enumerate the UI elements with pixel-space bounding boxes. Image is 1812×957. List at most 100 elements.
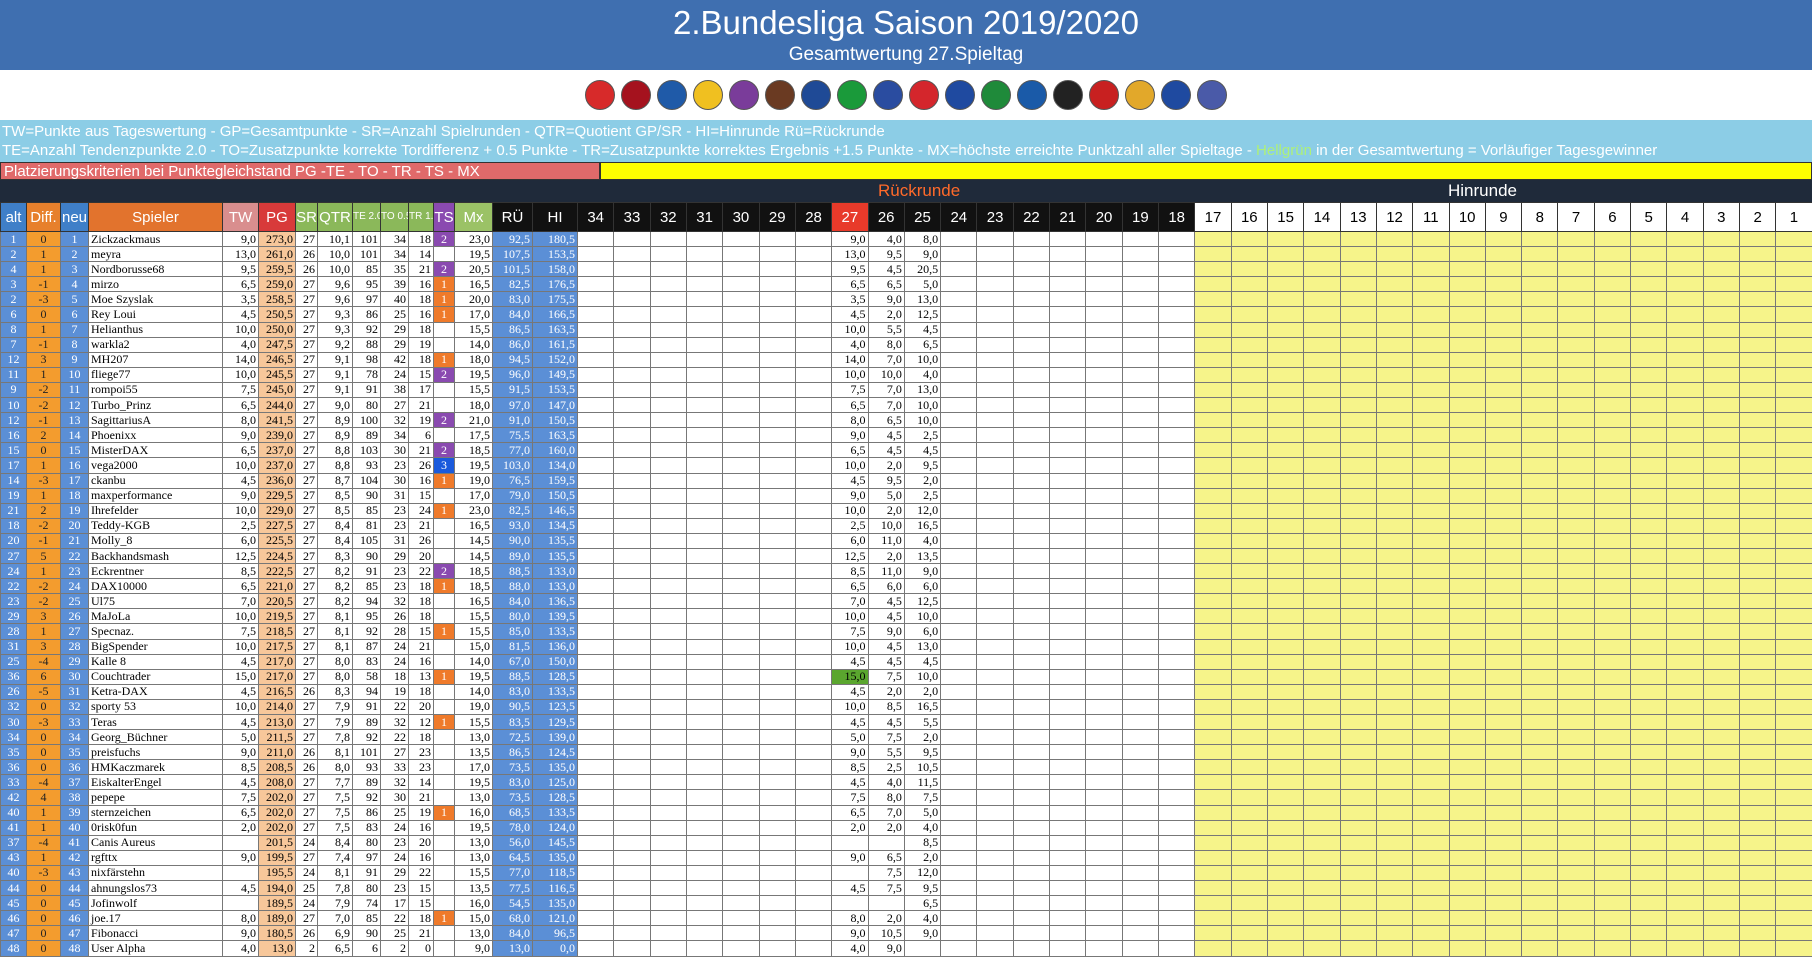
table-row[interactable]: 31328BigSpender10,0217,5278,187242115,08…: [1, 639, 1812, 654]
table-row[interactable]: 42438pepepe7,5202,0277,592302113,073,512…: [1, 790, 1812, 805]
table-row[interactable]: 7-18warkla24,0247,5279,288291914,086,016…: [1, 337, 1812, 352]
table-row[interactable]: 46046joe.178,0189,0277,0852218115,068,01…: [1, 911, 1812, 926]
cell-round-6: [1594, 699, 1630, 714]
table-row[interactable]: 12-113SagittariusA8,0241,5278,9100321922…: [1, 413, 1812, 428]
cell-round-24: [941, 292, 977, 307]
cell-round-30: [723, 382, 759, 397]
cell-round-20: [1086, 881, 1122, 896]
table-row[interactable]: 212meyra13,0261,02610,0101341419,5107,51…: [1, 247, 1812, 262]
table-row[interactable]: 101Zickzackmaus9,0273,02710,11013418223,…: [1, 232, 1812, 247]
cell-mx: 19,0: [455, 473, 493, 488]
cell-round-14: [1304, 458, 1340, 473]
cell-pg: 201,5: [259, 835, 296, 850]
table-row[interactable]: 25-429Kalle 84,5217,0278,083241614,067,0…: [1, 654, 1812, 669]
table-row[interactable]: 18-220Teddy-KGB2,5227,5278,481232116,593…: [1, 518, 1812, 533]
cell-round-6: [1594, 624, 1630, 639]
cell-round-22: [1013, 760, 1049, 775]
cell-te: 81: [353, 518, 381, 533]
table-row[interactable]: 48048User Alpha4,013,026,56209,013,00,04…: [1, 941, 1812, 956]
column-header-tw: TW: [223, 203, 259, 232]
table-row[interactable]: 32032sporty 5310,0214,0277,991222019,090…: [1, 699, 1812, 714]
cell-round-12: [1376, 730, 1412, 745]
cell-round-33: [614, 790, 650, 805]
table-row[interactable]: 40-343nixfärstehn195,5248,191292215,577,…: [1, 865, 1812, 880]
cell-round-10: [1449, 398, 1485, 413]
table-row[interactable]: 606Rey Loui4,5250,5279,3862516117,084,01…: [1, 307, 1812, 322]
cell-round-15: [1267, 548, 1303, 563]
cell-diff: 1: [27, 624, 61, 639]
cell-round-21: [1050, 911, 1086, 926]
table-row[interactable]: 411400risk0fun2,0202,0277,583241619,578,…: [1, 820, 1812, 835]
cell-round-19: [1122, 307, 1158, 322]
cell-round-23: [977, 941, 1013, 956]
table-row[interactable]: 47047Fibonacci9,0180,5266,990252113,084,…: [1, 926, 1812, 941]
table-row[interactable]: 28127Specnaz.7,5218,5278,1922815115,585,…: [1, 624, 1812, 639]
table-row[interactable]: 2-35Moe Szyslak3,5258,5279,6974018120,08…: [1, 292, 1812, 307]
table-row[interactable]: 16214Phoenixx9,0239,0278,98934617,575,51…: [1, 428, 1812, 443]
cell-round-27: 4,5: [832, 881, 868, 896]
cell-round-19: [1122, 911, 1158, 926]
cell-round-12: [1376, 488, 1412, 503]
cell-tw: 9,0: [223, 428, 259, 443]
cell-name: Ihrefelder: [89, 503, 223, 518]
cell-tw: 10,0: [223, 367, 259, 382]
table-row[interactable]: 413Nordborusse689,5259,52610,0853521220,…: [1, 262, 1812, 277]
table-row[interactable]: 20-121Molly_86,0225,5278,4105312614,590,…: [1, 533, 1812, 548]
cell-alt: 40: [1, 865, 27, 880]
table-row[interactable]: 17116vega200010,0237,0278,8932326319,510…: [1, 458, 1812, 473]
table-row[interactable]: 26-531Ketra-DAX4,5216,5268,394191814,083…: [1, 684, 1812, 699]
cell-pg: 216,5: [259, 684, 296, 699]
cell-round-18: [1159, 941, 1195, 956]
cell-round-12: [1376, 639, 1412, 654]
table-row[interactable]: 14-317ckanbu4,5236,0278,71043016119,076,…: [1, 473, 1812, 488]
table-row[interactable]: 34034Georg_Büchner5,0211,5277,892221813,…: [1, 730, 1812, 745]
cell-ts: [434, 428, 455, 443]
cell-round-31: [686, 564, 722, 579]
table-row[interactable]: 22-224DAX100006,5221,0278,2852318118,588…: [1, 579, 1812, 594]
cell-round-10: [1449, 639, 1485, 654]
table-row[interactable]: 43142rgfttx9,0199,5277,497241613,064,513…: [1, 850, 1812, 865]
table-row[interactable]: 30-333Teras4,5213,0277,9893212115,583,51…: [1, 715, 1812, 730]
table-row[interactable]: 36630Couchtrader15,0217,0278,0581813119,…: [1, 669, 1812, 684]
table-row[interactable]: 10-212Turbo_Prinz6,5244,0279,080272118,0…: [1, 398, 1812, 413]
cell-round-2: [1740, 745, 1776, 760]
criteria-text: Platzierungskriterien bei Punktegleichst…: [0, 162, 600, 180]
table-row[interactable]: 1239MH20714,0246,5279,1984218118,094,515…: [1, 352, 1812, 367]
cell-sr: 27: [296, 458, 318, 473]
table-row[interactable]: 40139sternzeichen6,5202,0277,5862519116,…: [1, 805, 1812, 820]
cell-round-16: [1231, 865, 1267, 880]
table-row[interactable]: 11110fliege7710,0245,5279,1782415219,596…: [1, 367, 1812, 382]
table-row[interactable]: 27522Backhandsmash12,5224,5278,390292014…: [1, 548, 1812, 563]
cell-tw: 4,5: [223, 307, 259, 322]
cell-alt: 33: [1, 775, 27, 790]
cell-round-18: [1159, 247, 1195, 262]
table-row[interactable]: 23-225Ul757,0220,5278,294321816,584,0136…: [1, 594, 1812, 609]
cell-round-9: [1485, 850, 1521, 865]
cell-te: 90: [353, 926, 381, 941]
table-row[interactable]: 3-14mirzo6,5259,0279,6953916116,582,5176…: [1, 277, 1812, 292]
table-row[interactable]: 35035preisfuchs9,0211,0268,1101272313,58…: [1, 745, 1812, 760]
table-row[interactable]: 21219Ihrefelder10,0229,0278,5852324123,0…: [1, 503, 1812, 518]
cell-round-10: [1449, 881, 1485, 896]
cell-round-27: 6,5: [832, 805, 868, 820]
cell-sr: 26: [296, 262, 318, 277]
column-header-round-7: 7: [1558, 203, 1594, 232]
table-row[interactable]: 19118maxperformance9,0229,5278,590311517…: [1, 488, 1812, 503]
cell-round-18: [1159, 775, 1195, 790]
cell-round-9: [1485, 518, 1521, 533]
table-row[interactable]: 29326MaJoLa10,0219,5278,195261815,580,01…: [1, 609, 1812, 624]
table-row[interactable]: 15015MisterDAX6,5237,0278,81033021218,57…: [1, 443, 1812, 458]
cell-round-20: [1086, 382, 1122, 397]
table-row[interactable]: 36036HMKaczmarek8,5208,5268,093332317,07…: [1, 760, 1812, 775]
table-row[interactable]: 9-211rompoi557,5245,0279,191381715,591,5…: [1, 382, 1812, 397]
table-row[interactable]: 44044ahnungslos734,5194,0257,880231513,5…: [1, 881, 1812, 896]
table-row[interactable]: 45045Jofinwolf189,5247,974171516,054,513…: [1, 896, 1812, 911]
table-row[interactable]: 33-437EiskalterEngel4,5208,0277,78932141…: [1, 775, 1812, 790]
cell-ts: [434, 594, 455, 609]
table-row[interactable]: 37-441Canis Aureus201,5248,480232013,056…: [1, 835, 1812, 850]
cell-round-7: [1558, 699, 1594, 714]
cell-sr: 25: [296, 881, 318, 896]
table-row[interactable]: 24123Eckrentner8,5222,5278,2912322218,58…: [1, 564, 1812, 579]
table-row[interactable]: 817Helianthus10,0250,0279,392291815,586,…: [1, 322, 1812, 337]
cell-name: HMKaczmarek: [89, 760, 223, 775]
